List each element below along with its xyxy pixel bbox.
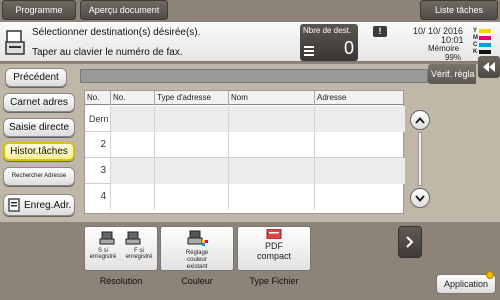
table-row[interactable]: 4: [85, 184, 403, 210]
row-cell: [315, 132, 405, 158]
row-cell: [155, 184, 229, 210]
chevron-down-icon: [415, 194, 425, 202]
column-header-name: Nom: [229, 91, 315, 105]
row-cell: [229, 132, 315, 158]
table-row[interactable]: Dern: [85, 106, 405, 132]
color-label: Couleur: [181, 276, 213, 286]
scrollbar-track[interactable]: [418, 132, 422, 186]
notification-dot-icon: [486, 271, 494, 279]
row-cell: [315, 184, 405, 210]
chevron-up-icon: [415, 116, 425, 124]
file-type-label: Type Fichier: [249, 276, 299, 286]
row-cell: [155, 158, 229, 184]
register-icon: [8, 198, 20, 212]
row-cell: [229, 184, 315, 210]
row-cell: [229, 106, 315, 132]
destination-entry-field[interactable]: [80, 69, 428, 83]
column-header-address: Adresse: [317, 93, 347, 102]
row-number: 3: [85, 158, 111, 184]
double-chevron-left-icon: [483, 62, 495, 72]
row-cell: [315, 158, 405, 184]
row-number: 2: [85, 132, 111, 158]
destination-count-box: Nbre de dest. 0: [300, 24, 358, 61]
table-row[interactable]: 3: [85, 158, 405, 184]
collapse-panel-button[interactable]: [478, 56, 500, 78]
file-type-subtext: compact: [256, 251, 291, 261]
resolution-tile[interactable]: S si enregistré F si enregistré: [84, 226, 158, 271]
row-cell: [111, 184, 155, 210]
row-number: 4: [85, 184, 111, 210]
instruction-text: Sélectionner destination(s) désirée(s).: [32, 27, 201, 38]
fax-hint-text: Taper au clavier le numéro de fax.: [32, 47, 183, 58]
chevron-right-icon: [406, 236, 414, 248]
memory-label: Mémoire: [428, 44, 460, 53]
sidebar-item-address-book[interactable]: Carnet adres: [3, 93, 75, 112]
file-type-text: PDF: [265, 241, 283, 251]
warning-icon[interactable]: !: [373, 26, 387, 37]
table-row[interactable]: 2: [85, 132, 403, 158]
color-tile[interactable]: Réglage couleur existant: [160, 226, 234, 271]
row-cell: [155, 132, 229, 158]
toner-levels: Y M C K: [473, 27, 497, 57]
sidebar-item-search-address[interactable]: Rechercher Adresse: [3, 167, 75, 186]
resolution-fine-text: F si enregistré: [125, 248, 153, 260]
list-icon: [304, 46, 314, 56]
history-table: No. No. Type d'adresse Nom Adresse Dern …: [84, 90, 405, 214]
next-settings-button[interactable]: [398, 226, 422, 258]
sidebar-item-register-address[interactable]: Enreg.Adr.: [3, 194, 75, 216]
dest-count-value: 0: [343, 38, 354, 58]
fax-machine-icon: [4, 28, 26, 56]
memory-value: 99%: [445, 53, 462, 62]
color-setting-text: Réglage couleur existant: [185, 250, 209, 270]
row-cell: [155, 106, 229, 132]
document-preview-button[interactable]: Aperçu document: [80, 0, 168, 20]
register-address-label: Enreg.Adr.: [24, 199, 72, 211]
resolution-standard-text: S si enregistré: [89, 248, 117, 260]
sidebar-item-direct-input[interactable]: Saisie directe: [3, 118, 75, 137]
file-type-tile[interactable]: PDF compact: [237, 226, 311, 271]
job-list-button[interactable]: Liste tâches: [420, 0, 498, 20]
row-cell: [229, 158, 315, 184]
dest-count-label: Nbre de dest.: [303, 26, 352, 35]
resolution-label: Résolution: [99, 276, 143, 286]
programme-button[interactable]: Programme: [2, 0, 76, 20]
column-header-no-2: No.: [111, 91, 155, 105]
scroll-up-button[interactable]: [410, 110, 430, 130]
pdf-file-icon: [266, 228, 282, 240]
resolution-icon: [99, 231, 141, 245]
row-cell: [315, 106, 405, 132]
table-header: No. No. Type d'adresse Nom Adresse: [85, 91, 403, 105]
row-cell: [111, 158, 155, 184]
column-header-no: No.: [85, 91, 111, 105]
column-header-address-type: Type d'adresse: [155, 91, 229, 105]
application-label: Application: [443, 279, 489, 289]
row-number: Dern: [85, 106, 111, 132]
previous-button[interactable]: Précédent: [5, 68, 67, 87]
scroll-down-button[interactable]: [410, 188, 430, 208]
verify-settings-button[interactable]: Vérif. régla: [428, 64, 476, 84]
sidebar-item-job-history[interactable]: Histor.tâches: [3, 142, 75, 161]
row-cell: [111, 106, 155, 132]
row-cell: [111, 132, 155, 158]
color-printer-icon: [187, 230, 208, 246]
